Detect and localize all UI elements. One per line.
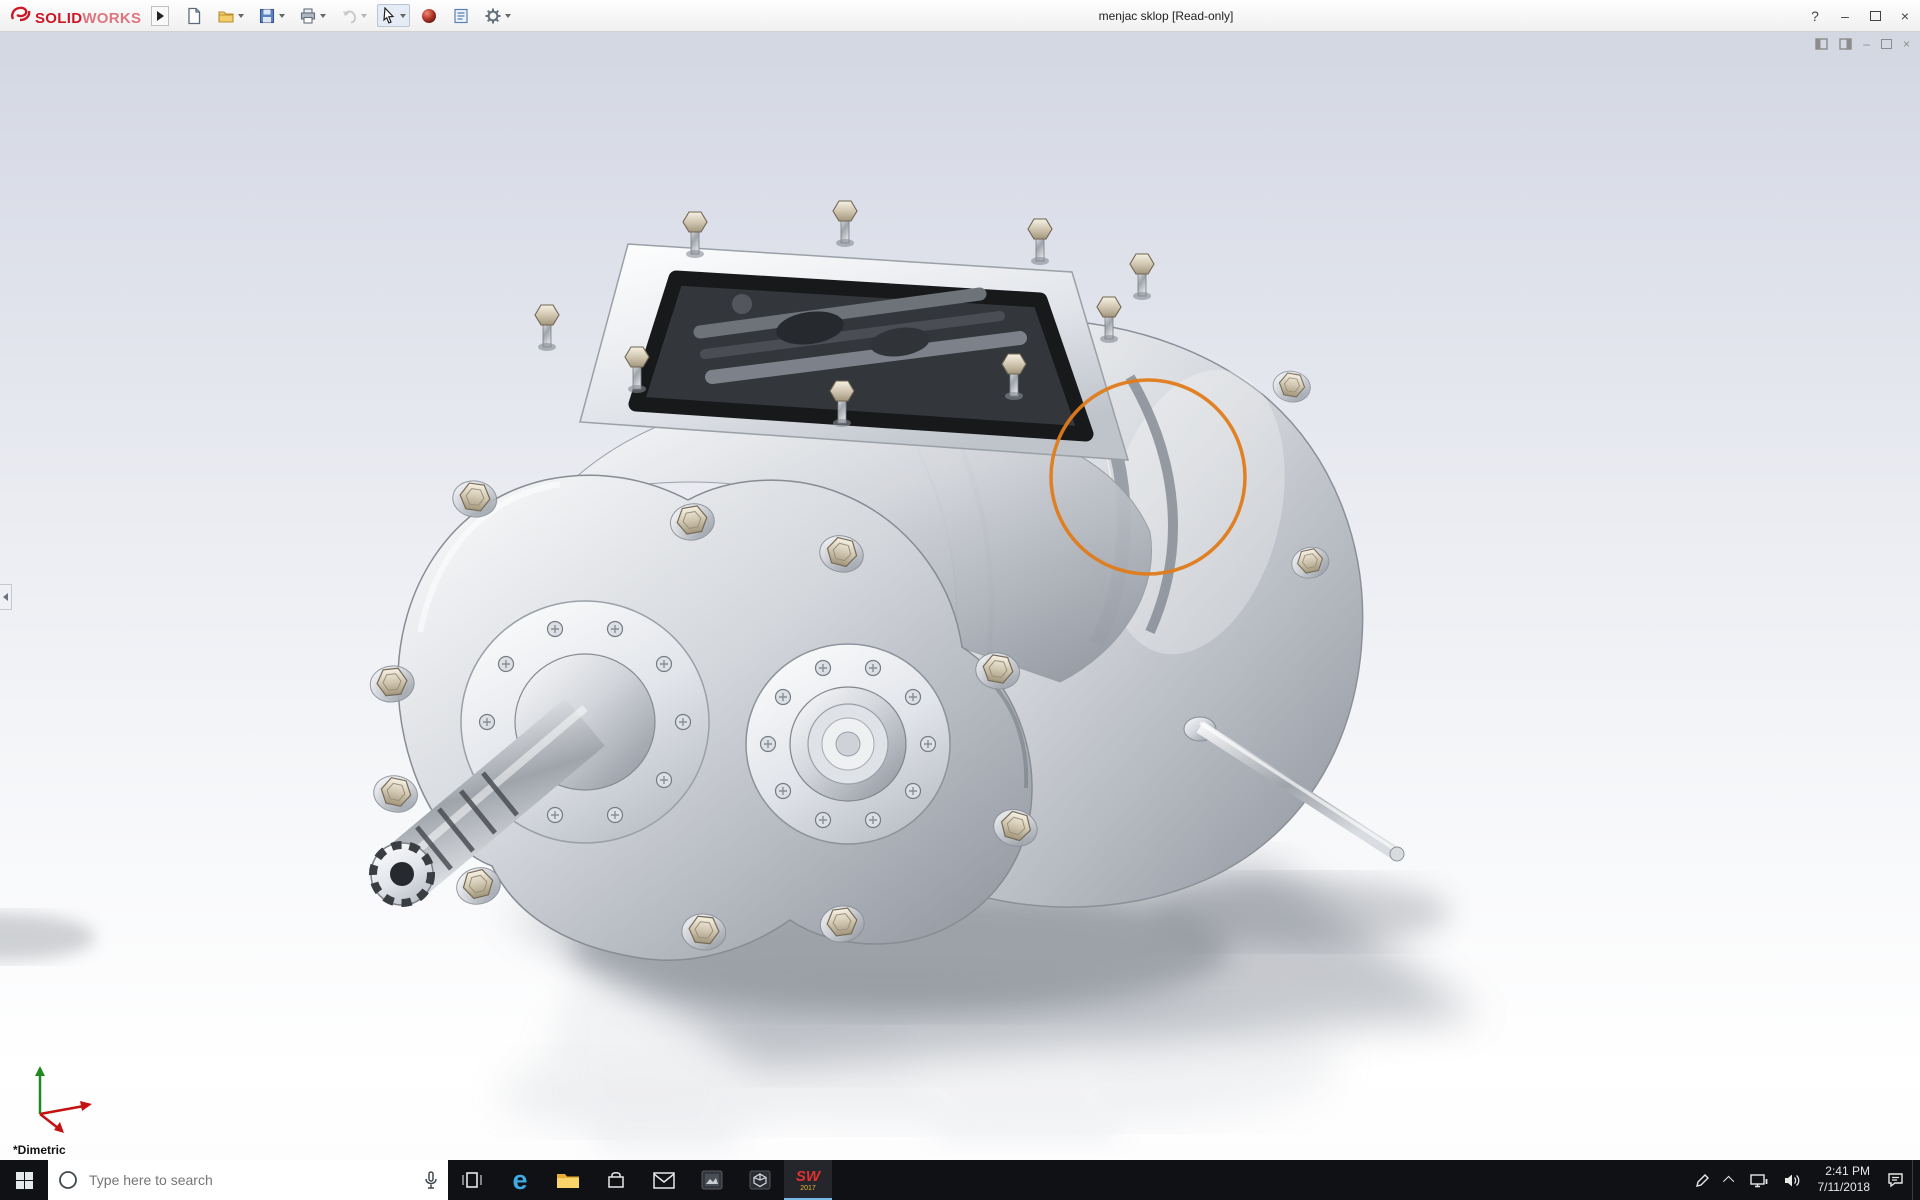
open-dropdown-caret[interactable] [238,14,244,18]
options-button[interactable] [480,4,515,28]
select-dropdown-caret[interactable] [400,14,406,18]
file-report-button[interactable] [448,4,474,28]
volume-button[interactable] [1776,1160,1809,1200]
app-name: SOLIDWORKS [35,10,141,27]
print-dropdown-caret[interactable] [320,14,326,18]
save-button[interactable] [254,4,289,28]
app-name-light: WORKS [82,10,141,27]
print-button[interactable] [295,4,330,28]
pane-right-icon[interactable] [1839,38,1852,50]
windows-logo-icon [16,1172,33,1189]
minimize-icon: – [1841,8,1849,24]
solidworks-app-button[interactable]: SW 2017 [784,1160,832,1200]
file-explorer-button[interactable] [544,1160,592,1200]
file-report-icon [452,7,470,25]
maximize-icon [1870,11,1881,21]
mail-button[interactable] [640,1160,688,1200]
solidworks-badge-text: SW [796,1169,820,1184]
open-button[interactable] [213,4,248,28]
app-logo: SOLIDWORKS [6,5,145,27]
solidworks-badge-year: 2017 [800,1185,816,1192]
save-icon [258,7,276,25]
appearance-sphere-icon [420,7,438,25]
task-view-button[interactable] [448,1160,496,1200]
view-orientation-label: *Dimetric [13,1143,66,1157]
3d-viewer-icon [749,1170,771,1190]
bearing-cover [746,644,950,844]
windows-taskbar: e SW 2017 [0,1160,1920,1200]
tray-date: 7/11/2018 [1818,1180,1871,1196]
standard-toolbar [181,4,515,28]
select-cursor-icon [381,7,397,24]
graphics-viewport[interactable]: – × [0,32,1920,1160]
network-icon [1750,1173,1768,1188]
pen-workspace-button[interactable] [1687,1160,1718,1200]
undo-icon [340,7,358,25]
child-window-controls: – × [1815,37,1910,51]
app-name-bold: SOLID [35,10,82,27]
top-cover-opening [580,244,1128,460]
system-tray: 2:41 PM 7/11/2018 [1687,1160,1920,1200]
model-3d-gearbox[interactable] [0,32,1920,1160]
save-dropdown-caret[interactable] [279,14,285,18]
new-document-button[interactable] [181,4,207,28]
new-document-icon [185,7,203,25]
solidworks-app-icon: SW 2017 [796,1169,820,1192]
child-restore-button[interactable] [1881,39,1892,49]
collapse-arrow-icon [3,593,8,601]
edge-icon: e [512,1167,527,1194]
document-title: menjac sklop [Read-only] [1016,9,1316,23]
task-view-icon [461,1171,483,1189]
start-button[interactable] [0,1160,48,1200]
feature-tree-collapse-tab[interactable] [0,584,12,610]
options-dropdown-caret[interactable] [505,14,511,18]
file-explorer-icon [556,1171,580,1190]
tray-overflow-button[interactable] [1718,1160,1742,1200]
show-desktop-button[interactable] [1912,1160,1920,1200]
child-minimize-button[interactable]: – [1863,37,1870,51]
pane-left-icon[interactable] [1815,38,1828,50]
flyout-arrow-icon [157,11,164,21]
child-close-button[interactable]: × [1903,37,1910,51]
photos-app-icon [701,1170,723,1190]
flyout-arrow-button[interactable] [151,6,169,26]
cortana-icon [58,1170,78,1190]
open-icon [217,7,235,25]
titlebar: SOLIDWORKS [0,0,1920,32]
minimize-button[interactable]: – [1830,0,1860,31]
3d-viewer-button[interactable] [736,1160,784,1200]
maximize-button[interactable] [1860,0,1890,31]
appearances-button[interactable] [416,4,442,28]
pen-icon [1695,1173,1710,1188]
options-gear-icon [484,7,502,25]
tray-time: 2:41 PM [1818,1164,1871,1180]
taskbar-search[interactable] [48,1160,448,1200]
undo-dropdown-caret[interactable] [361,14,367,18]
gearbox-render [0,32,1920,1160]
print-icon [299,7,317,25]
window-controls: ? – × [1800,0,1920,31]
microphone-icon[interactable] [424,1171,438,1189]
store-icon [606,1170,626,1190]
edge-button[interactable]: e [496,1160,544,1200]
undo-button[interactable] [336,4,371,28]
help-icon: ? [1811,8,1819,24]
help-button[interactable]: ? [1800,0,1830,31]
orientation-triad [18,1056,98,1136]
speaker-icon [1784,1173,1801,1188]
photos-app-button[interactable] [688,1160,736,1200]
store-button[interactable] [592,1160,640,1200]
close-button[interactable]: × [1890,0,1920,31]
search-input[interactable] [87,1171,415,1189]
action-center-icon [1887,1172,1904,1188]
select-tool-button[interactable] [377,4,410,27]
action-center-button[interactable] [1879,1160,1912,1200]
tray-clock[interactable]: 2:41 PM 7/11/2018 [1809,1164,1880,1195]
mail-icon [653,1172,675,1189]
ds-logo-icon [10,5,32,23]
network-button[interactable] [1742,1160,1776,1200]
chevron-up-icon [1722,1176,1733,1187]
close-icon: × [1901,8,1909,24]
